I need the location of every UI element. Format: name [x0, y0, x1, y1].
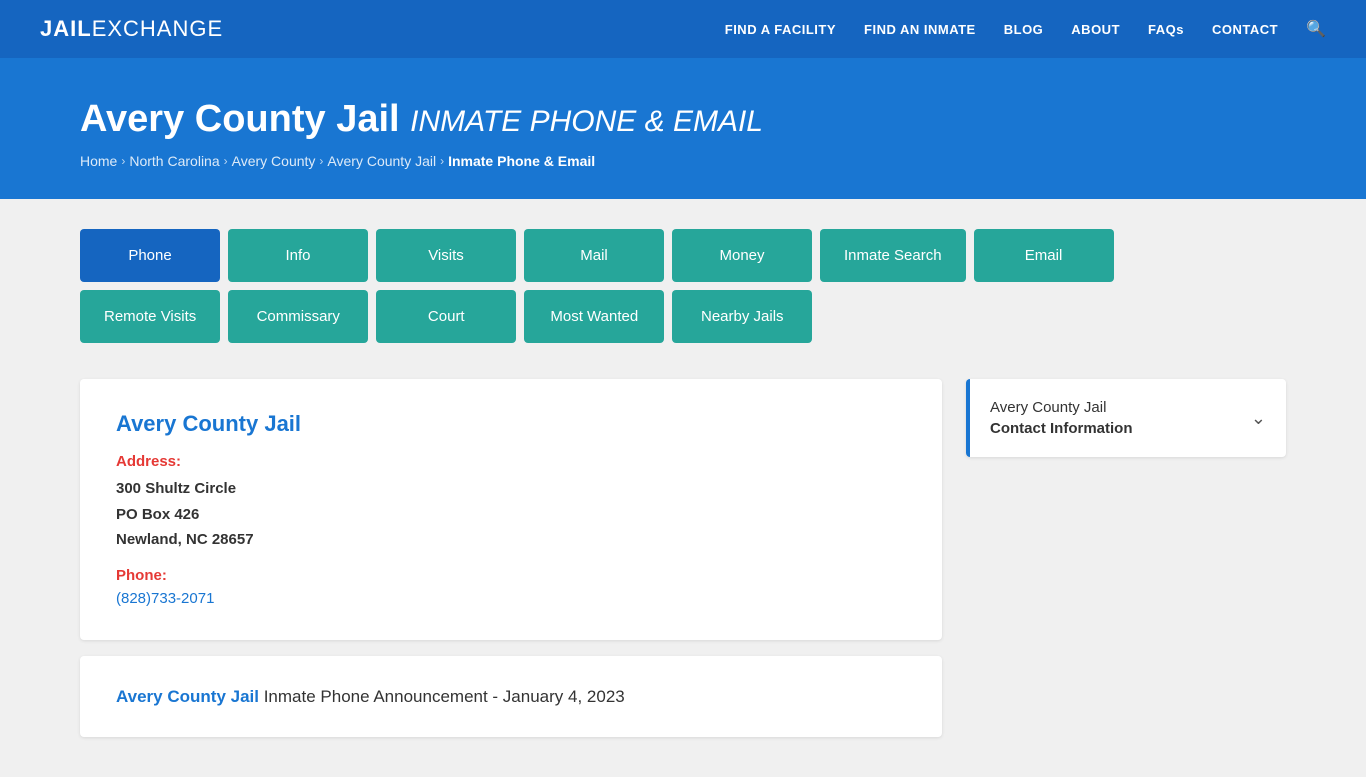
nav-links: FIND A FACILITY FIND AN INMATE BLOG ABOU…: [725, 19, 1326, 39]
address-line1: 300 Shultz Circle: [116, 476, 906, 502]
tab-commissary[interactable]: Commissary: [228, 290, 368, 343]
sidebar-title-line2: Contact Information: [990, 418, 1133, 439]
tab-money[interactable]: Money: [672, 229, 812, 282]
info-card: Avery County Jail Address: 300 Shultz Ci…: [80, 379, 942, 640]
tabs-row-1: Phone Info Visits Mail Money Inmate Sear…: [80, 229, 1286, 282]
tab-remote-visits[interactable]: Remote Visits: [80, 290, 220, 343]
chevron-down-icon[interactable]: ⌄: [1251, 408, 1266, 429]
phone-number[interactable]: (828)733-2071: [116, 590, 214, 607]
page-title-sub: INMATE PHONE & EMAIL: [410, 105, 763, 138]
nav-about[interactable]: ABOUT: [1071, 22, 1120, 37]
breadcrumb-nc[interactable]: North Carolina: [129, 153, 219, 169]
page-title-main: Avery County Jail: [80, 98, 400, 140]
page-title: Avery County Jail INMATE PHONE & EMAIL: [80, 98, 1286, 141]
info-card-title: Avery County Jail: [116, 411, 906, 437]
tab-visits[interactable]: Visits: [376, 229, 516, 282]
nav-contact[interactable]: CONTACT: [1212, 22, 1278, 37]
breadcrumb-sep-4: ›: [440, 154, 444, 168]
brand-exchange: EXCHANGE: [92, 16, 223, 41]
announcement-link[interactable]: Avery County Jail: [116, 687, 259, 706]
sidebar-card-title: Avery County Jail Contact Information: [990, 397, 1133, 439]
announcement-title: Avery County Jail Inmate Phone Announcem…: [116, 684, 906, 710]
breadcrumb-sep-1: ›: [121, 154, 125, 168]
announcement-text: Inmate Phone Announcement - January 4, 2…: [259, 687, 625, 706]
tab-nearby-jails[interactable]: Nearby Jails: [672, 290, 812, 343]
sidebar: Avery County Jail Contact Information ⌄: [966, 379, 1286, 457]
tabs-row-2: Remote Visits Commissary Court Most Want…: [80, 290, 1286, 343]
address-block: 300 Shultz Circle PO Box 426 Newland, NC…: [116, 476, 906, 553]
breadcrumb-avery-jail[interactable]: Avery County Jail: [327, 153, 436, 169]
brand-logo[interactable]: JAILEXCHANGE: [40, 16, 223, 42]
main-content: Avery County Jail Address: 300 Shultz Ci…: [0, 351, 1366, 777]
sidebar-title-line1: Avery County Jail: [990, 397, 1133, 418]
announcement-card: Avery County Jail Inmate Phone Announcem…: [80, 656, 942, 738]
address-line3: Newland, NC 28657: [116, 527, 906, 553]
hero-banner: Avery County Jail INMATE PHONE & EMAIL H…: [0, 58, 1366, 199]
nav-find-facility[interactable]: FIND A FACILITY: [725, 22, 836, 37]
sidebar-card: Avery County Jail Contact Information ⌄: [966, 379, 1286, 457]
search-icon[interactable]: 🔍: [1306, 19, 1326, 39]
nav-faqs[interactable]: FAQs: [1148, 22, 1184, 37]
tab-most-wanted[interactable]: Most Wanted: [524, 290, 664, 343]
breadcrumb-sep-2: ›: [224, 154, 228, 168]
left-column: Avery County Jail Address: 300 Shultz Ci…: [80, 379, 942, 737]
tab-inmate-search[interactable]: Inmate Search: [820, 229, 966, 282]
breadcrumb-home[interactable]: Home: [80, 153, 117, 169]
phone-label: Phone:: [116, 567, 906, 584]
address-label: Address:: [116, 453, 906, 470]
nav-find-inmate[interactable]: FIND AN INMATE: [864, 22, 976, 37]
nav-blog[interactable]: BLOG: [1004, 22, 1044, 37]
tabs-section: Phone Info Visits Mail Money Inmate Sear…: [0, 199, 1366, 343]
navbar: JAILEXCHANGE FIND A FACILITY FIND AN INM…: [0, 0, 1366, 58]
address-line2: PO Box 426: [116, 502, 906, 528]
sidebar-card-header[interactable]: Avery County Jail Contact Information ⌄: [966, 379, 1286, 457]
breadcrumb-sep-3: ›: [319, 154, 323, 168]
breadcrumb-avery-county[interactable]: Avery County: [232, 153, 316, 169]
breadcrumb-current: Inmate Phone & Email: [448, 153, 595, 169]
tab-email[interactable]: Email: [974, 229, 1114, 282]
tab-info[interactable]: Info: [228, 229, 368, 282]
brand-jail: JAIL: [40, 16, 92, 41]
breadcrumb: Home › North Carolina › Avery County › A…: [80, 153, 1286, 169]
tab-mail[interactable]: Mail: [524, 229, 664, 282]
tab-court[interactable]: Court: [376, 290, 516, 343]
tab-phone[interactable]: Phone: [80, 229, 220, 282]
